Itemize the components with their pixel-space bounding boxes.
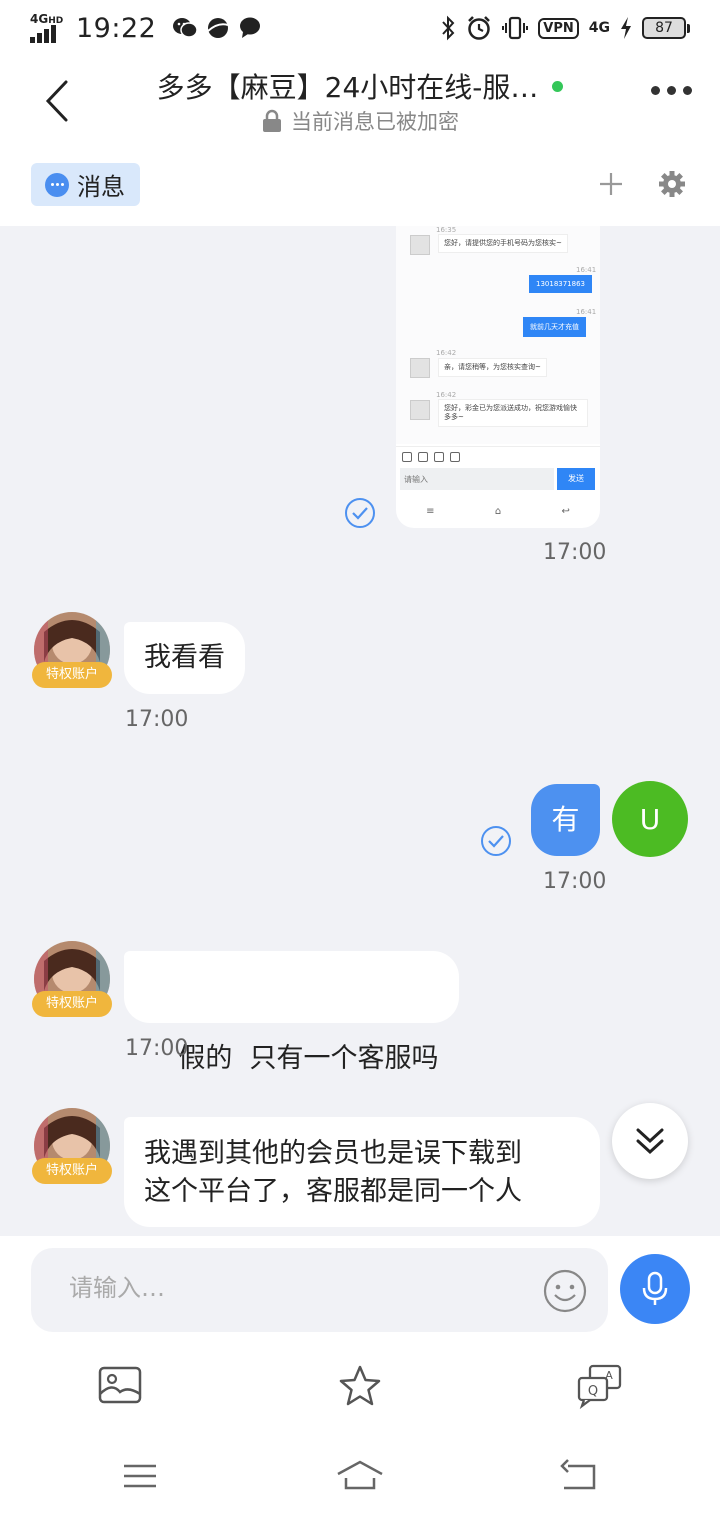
more-options-button[interactable] bbox=[651, 86, 692, 95]
chat-title: 多多【麻豆】24小时在线-服… bbox=[156, 71, 539, 104]
status-time: 19:22 bbox=[76, 12, 157, 44]
tab-row: 消息 bbox=[0, 146, 720, 226]
screenshot-msg: 您好，请提供您的手机号码为您核实~ bbox=[438, 234, 568, 253]
charging-icon bbox=[621, 17, 631, 39]
read-check-icon bbox=[481, 826, 511, 856]
screenshot-msg: 就前几天才充值 bbox=[523, 317, 586, 337]
add-button[interactable] bbox=[598, 171, 624, 197]
chat-area[interactable]: 16:35 您好，请提供您的手机号码为您核实~ 16:41 1301837186… bbox=[0, 226, 720, 1236]
screenshot-time: 16:42 bbox=[436, 349, 457, 357]
contact-avatar[interactable]: 特权账户 bbox=[32, 941, 112, 1021]
message-text: 假的 只有一个客服吗 bbox=[178, 1043, 439, 1074]
message-time: 17:00 bbox=[125, 1036, 189, 1061]
screenshot-nav: ≡ ⌂ ↩ bbox=[426, 506, 570, 517]
message-input-container bbox=[31, 1248, 608, 1332]
screenshot-send: 发送 bbox=[557, 468, 595, 490]
shared-screenshot-image[interactable]: 16:35 您好，请提供您的手机号码为您核实~ 16:41 1301837186… bbox=[396, 226, 600, 528]
voice-button[interactable] bbox=[620, 1254, 690, 1324]
screenshot-time: 16:35 bbox=[436, 226, 457, 234]
back-nav-icon[interactable] bbox=[556, 1458, 604, 1494]
menu-icon[interactable] bbox=[116, 1458, 164, 1494]
signal-icon: 4GHD bbox=[30, 13, 66, 43]
tab-messages-label: 消息 bbox=[77, 173, 125, 201]
incoming-message-bubble[interactable]: 我看看 bbox=[124, 622, 245, 694]
status-left: 4GHD 19:22 bbox=[30, 13, 262, 44]
user-avatar[interactable]: U bbox=[612, 781, 688, 857]
screenshot-time: 16:42 bbox=[436, 391, 457, 399]
network-4g-label: 4G bbox=[588, 20, 610, 36]
svg-text:Q: Q bbox=[588, 1384, 598, 1399]
title-row: 多多【麻豆】24小时在线-服… bbox=[0, 66, 720, 106]
gear-icon[interactable] bbox=[658, 170, 686, 198]
bluetooth-icon bbox=[442, 15, 455, 41]
message-time: 17:00 bbox=[125, 707, 189, 732]
input-bar bbox=[0, 1236, 720, 1346]
image-icon[interactable] bbox=[96, 1362, 144, 1410]
double-chevron-down-icon bbox=[636, 1128, 664, 1155]
status-bar: 4GHD 19:22 VPN 4G 87 bbox=[0, 0, 720, 56]
action-row: QA bbox=[0, 1346, 720, 1426]
screenshot-msg: 13018371863 bbox=[529, 275, 592, 293]
message-time: 17:00 bbox=[543, 540, 607, 565]
online-status-icon bbox=[552, 80, 564, 92]
read-check-icon bbox=[345, 498, 375, 528]
chat-header: 多多【麻豆】24小时在线-服… 当前消息已被加密 bbox=[0, 56, 720, 146]
screenshot-time: 16:41 bbox=[576, 266, 597, 274]
privileged-account-badge: 特权账户 bbox=[32, 662, 112, 688]
battery-icon: 87 bbox=[642, 17, 690, 39]
contact-avatar[interactable]: 特权账户 bbox=[32, 1108, 112, 1188]
screenshot-msg: 您好，彩金已为您派送成功，祝您游戏愉快多多~ bbox=[438, 399, 588, 427]
tab-messages[interactable]: 消息 bbox=[31, 163, 140, 206]
faq-icon[interactable]: QA bbox=[576, 1362, 624, 1410]
status-right: VPN 4G 87 bbox=[440, 15, 690, 41]
star-icon[interactable] bbox=[336, 1362, 384, 1410]
screenshot-time: 16:41 bbox=[576, 308, 597, 316]
message-text-line: 我遇到其他的会员也是误下载到 bbox=[144, 1138, 522, 1169]
screenshot-input: 请输入 bbox=[400, 468, 554, 490]
incoming-message-bubble[interactable]: 假的 只有一个客服吗 bbox=[124, 951, 459, 1074]
chat-icon bbox=[240, 17, 261, 38]
network-label: 4G bbox=[30, 12, 49, 26]
system-nav-bar bbox=[0, 1430, 720, 1520]
screenshot-msg: 亲，请您稍等，为您核实查询~ bbox=[438, 358, 547, 377]
svg-text:A: A bbox=[605, 1369, 613, 1382]
home-icon[interactable] bbox=[336, 1458, 384, 1494]
privileged-account-badge: 特权账户 bbox=[32, 991, 112, 1017]
scroll-to-bottom-button[interactable] bbox=[612, 1103, 688, 1179]
outgoing-message-bubble[interactable]: 有 bbox=[531, 784, 600, 856]
message-time: 17:00 bbox=[543, 869, 607, 894]
emoji-icon[interactable] bbox=[542, 1268, 588, 1314]
screenshot-avatar bbox=[410, 358, 430, 378]
screenshot-messages: 16:35 您好，请提供您的手机号码为您核实~ 16:41 1301837186… bbox=[396, 226, 600, 444]
vpn-icon: VPN bbox=[538, 17, 579, 39]
microphone-icon bbox=[642, 1271, 668, 1305]
notification-icons bbox=[172, 16, 262, 40]
alarm-icon bbox=[468, 16, 491, 40]
vibrate-icon bbox=[502, 16, 529, 40]
privileged-account-badge: 特权账户 bbox=[32, 1158, 112, 1184]
lock-icon bbox=[263, 109, 281, 132]
planet-icon bbox=[207, 18, 229, 38]
screenshot-avatar bbox=[410, 235, 430, 255]
encryption-text: 当前消息已被加密 bbox=[291, 110, 459, 134]
screenshot-toolbar bbox=[396, 446, 600, 468]
message-input[interactable] bbox=[69, 1274, 509, 1302]
user-avatar-initial: U bbox=[639, 802, 661, 836]
screenshot-avatar bbox=[410, 400, 430, 420]
incoming-message-bubble[interactable]: 我遇到其他的会员也是误下载到 这个平台了，客服都是同一个人 bbox=[124, 1117, 600, 1227]
message-text: 我看看 bbox=[144, 642, 225, 673]
contact-avatar[interactable]: 特权账户 bbox=[32, 612, 112, 692]
message-text-line: 这个平台了，客服都是同一个人 bbox=[144, 1176, 522, 1207]
encryption-notice: 当前消息已被加密 bbox=[0, 106, 720, 136]
message-bubble-icon bbox=[45, 172, 69, 197]
battery-level: 87 bbox=[642, 17, 686, 39]
message-text: 有 bbox=[551, 803, 580, 836]
wechat-icon bbox=[173, 18, 199, 38]
